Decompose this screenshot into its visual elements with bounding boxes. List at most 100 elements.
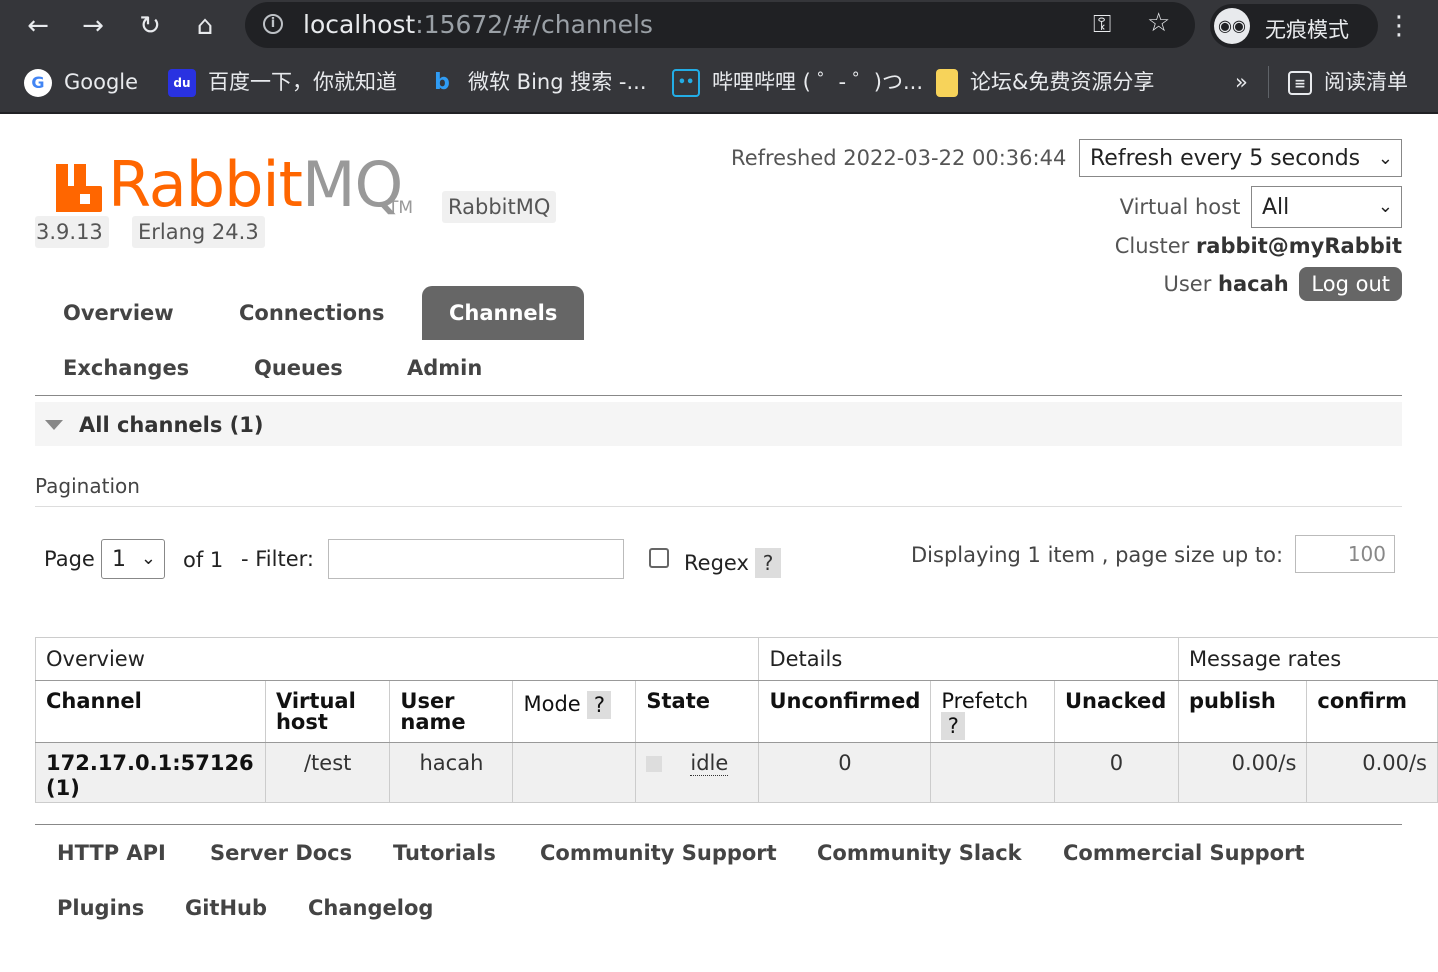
browser-menu-icon[interactable]: ⋮: [1386, 6, 1412, 46]
footer-link-changelog[interactable]: Changelog: [308, 896, 433, 920]
col-unconfirmed[interactable]: Unconfirmed: [758, 680, 932, 743]
home-icon[interactable]: ⌂: [185, 6, 225, 46]
col-mode: Mode ?: [512, 680, 637, 743]
bookmark-google[interactable]: G Google: [24, 66, 138, 98]
vhost-label: Virtual host: [1119, 195, 1241, 219]
url-text[interactable]: localhost:15672/#/channels: [303, 10, 653, 39]
incognito-profile-button[interactable]: ◉◉ 无痕模式: [1210, 4, 1378, 48]
cell-publish-rate: 0.00/s: [1177, 742, 1308, 803]
cell-unacked: 0: [1053, 742, 1179, 803]
back-arrow-icon[interactable]: ←: [18, 6, 58, 46]
address-bar[interactable]: i localhost:15672/#/channels ⚿ ☆: [245, 2, 1195, 48]
footer-link-http-api[interactable]: HTTP API: [57, 841, 166, 865]
bookmark-baidu[interactable]: du 百度一下，你就知道: [168, 66, 397, 98]
mode-help-button[interactable]: ?: [587, 691, 612, 719]
cell-mode: [512, 742, 637, 803]
reading-list-button[interactable]: ≡ 阅读清单: [1288, 66, 1408, 98]
cell-unconfirmed: 0: [758, 742, 932, 803]
chevron-down-icon: ⌄: [140, 548, 156, 569]
group-overview: Overview: [34, 637, 760, 681]
cell-channel[interactable]: 172.17.0.1:57126 (1): [35, 742, 266, 803]
footer-link-plugins[interactable]: Plugins: [57, 896, 144, 920]
page-size-input[interactable]: 100: [1295, 535, 1395, 573]
tab-admin[interactable]: Admin: [407, 341, 482, 395]
google-icon: G: [24, 69, 52, 97]
collapse-triangle-icon: [45, 420, 63, 430]
more-bookmarks-button[interactable]: »: [1235, 66, 1248, 98]
bookmark-bilibili[interactable]: •• 哔哩哔哩 ( ゜- ゜)つ...: [672, 66, 923, 98]
bookmark-label: 论坛&免费资源分享: [970, 70, 1155, 94]
regex-help-button[interactable]: ?: [755, 548, 781, 578]
user-label: User: [1163, 272, 1212, 296]
bookmark-label: Google: [64, 70, 139, 94]
col-label: Prefetch: [941, 689, 1029, 713]
footer-link-server-docs[interactable]: Server Docs: [210, 841, 352, 865]
incognito-label: 无痕模式: [1265, 18, 1349, 42]
col-confirm[interactable]: confirm: [1306, 680, 1438, 743]
group-message-rates: Message rates: [1177, 637, 1438, 681]
col-user-name[interactable]: User name: [389, 680, 514, 743]
col-label: name: [400, 710, 466, 734]
logo-wordmark: RabbitMQ: [108, 148, 403, 221]
bookmark-label: 百度一下，你就知道: [208, 70, 397, 94]
page-count: of 1: [183, 548, 224, 572]
table-row: 172.17.0.1:57126 (1) /test hacah idle 0 0…: [35, 742, 1438, 803]
logout-button[interactable]: Log out: [1299, 267, 1402, 301]
table-group-header: Overview Details Message rates: [34, 637, 1438, 681]
vhost-select[interactable]: All ⌄: [1251, 186, 1402, 228]
tab-connections[interactable]: Connections: [239, 286, 385, 340]
state-indicator: [646, 756, 663, 772]
refresh-interval-select[interactable]: Refresh every 5 seconds ⌄: [1079, 139, 1402, 177]
footer-link-community-support[interactable]: Community Support: [540, 841, 777, 865]
footer-link-community-slack[interactable]: Community Slack: [817, 841, 1022, 865]
current-user-name: hacah: [1218, 272, 1289, 296]
col-unacked[interactable]: Unacked: [1053, 680, 1179, 743]
filter-input[interactable]: [328, 539, 624, 579]
footer-divider: [35, 824, 1402, 825]
browser-toolbar: ← → ↻ ⌂ i localhost:15672/#/channels ⚿ ☆…: [0, 0, 1438, 52]
channels-table: Overview Details Message rates Channel V…: [34, 637, 1438, 803]
reload-icon[interactable]: ↻: [130, 6, 170, 46]
footer-link-github[interactable]: GitHub: [185, 896, 267, 920]
col-channel[interactable]: Channel: [35, 680, 266, 743]
key-icon[interactable]: ⚿: [1093, 10, 1111, 38]
state-value: idle: [690, 751, 729, 776]
bookmark-label: 哔哩哔哩 ( ゜- ゜)つ...: [712, 70, 924, 94]
reading-list-label: 阅读清单: [1324, 70, 1408, 94]
page-size-value: 100: [1347, 542, 1386, 566]
pagination-divider: [35, 506, 1402, 507]
cluster-label: Cluster: [1114, 234, 1190, 258]
tab-channels[interactable]: Channels: [422, 286, 585, 340]
bookmarks-divider: [1268, 66, 1269, 98]
page-select-value: 1: [112, 547, 126, 572]
bookmark-folder[interactable]: 论坛&免费资源分享: [936, 66, 1154, 98]
refreshed-timestamp: Refreshed 2022-03-22 00:36:44: [731, 146, 1067, 170]
all-channels-section-toggle[interactable]: All channels (1): [35, 402, 1402, 446]
col-publish[interactable]: publish: [1177, 680, 1308, 743]
regex-label: Regex: [684, 551, 749, 575]
cell-virtual-host: /test: [264, 742, 391, 803]
tab-queues[interactable]: Queues: [254, 341, 343, 395]
group-details: Details: [758, 637, 1179, 681]
footer-link-tutorials[interactable]: Tutorials: [393, 841, 496, 865]
col-virtual-host[interactable]: Virtual host: [264, 680, 391, 743]
user-row: User hacah Log out: [1163, 267, 1402, 301]
refresh-select-value: Refresh every 5 seconds: [1090, 146, 1361, 171]
channel-link[interactable]: 172.17.0.1:57126: [46, 751, 254, 775]
prefetch-help-button[interactable]: ?: [941, 712, 966, 740]
logo-trademark: TM: [388, 198, 414, 218]
page-select[interactable]: 1 ⌄: [101, 539, 165, 579]
channel-number: (1): [46, 776, 80, 800]
refresh-row: Refreshed 2022-03-22 00:36:44 Refresh ev…: [731, 139, 1402, 177]
site-info-icon[interactable]: i: [263, 14, 283, 34]
bookmark-bing[interactable]: b 微软 Bing 搜索 -...: [428, 66, 646, 98]
tab-overview[interactable]: Overview: [63, 286, 174, 340]
tab-exchanges[interactable]: Exchanges: [63, 341, 189, 395]
product-tag: RabbitMQ: [442, 191, 557, 223]
regex-checkbox[interactable]: [649, 548, 669, 568]
bookmarks-bar: G Google du 百度一下，你就知道 b 微软 Bing 搜索 -... •• 哔…: [0, 52, 1438, 114]
col-state[interactable]: State: [635, 680, 760, 743]
bookmark-star-icon[interactable]: ☆: [1147, 8, 1170, 38]
footer-link-commercial-support[interactable]: Commercial Support: [1063, 841, 1305, 865]
forward-arrow-icon[interactable]: →: [73, 6, 113, 46]
